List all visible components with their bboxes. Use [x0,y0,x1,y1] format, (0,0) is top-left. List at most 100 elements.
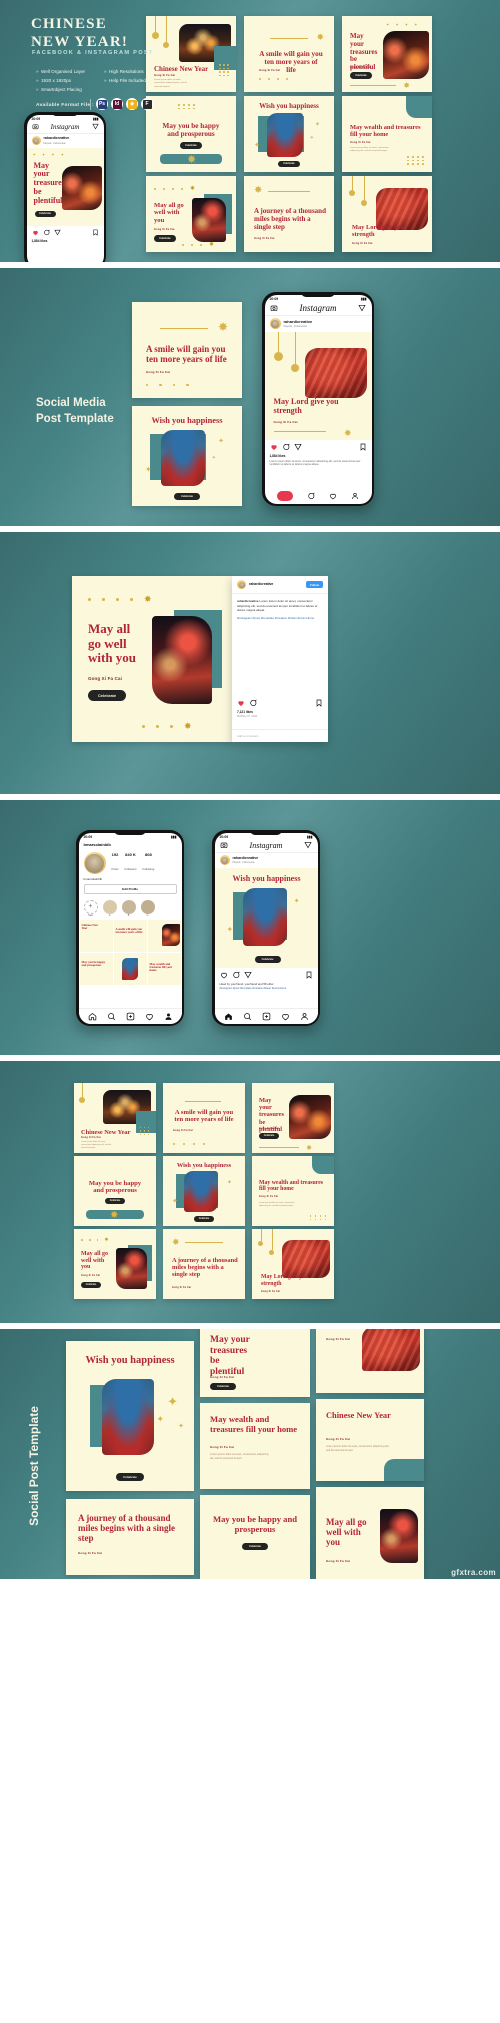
celebrate-button[interactable]: Celebrate [210,1383,236,1390]
avatar[interactable] [83,852,106,874]
post-card-may-all-go-well[interactable]: ✸ May all go well with you Gong Xi Fa Ca… [146,176,236,252]
celebrate-button[interactable]: Celebrate [88,690,126,701]
celebrate-button[interactable]: Celebrate [154,235,176,242]
post-card-may-lord-give[interactable]: May Lord give you strength Gong Xi Fa Ca… [342,176,432,252]
caption-username[interactable]: rahardicreative [237,599,259,603]
profile-icon[interactable] [164,1012,173,1021]
celebrate-button[interactable]: Celebrate [180,142,202,149]
celebrate-button[interactable]: Celebrate [242,1543,268,1550]
profile-icon[interactable] [300,1012,309,1021]
comment-icon[interactable] [43,229,50,236]
post-card-wish-you-happiness[interactable]: Wish you happiness ✦ ✦ ✦ Celebrate [132,406,242,506]
post-card-may-your-treasures[interactable]: May your treasures be plentiful Gong Xi … [200,1329,310,1397]
post-card-may-all-go-well[interactable]: May all go well with you Gong Xi Fa Cai [316,1487,424,1579]
add-comment-input[interactable]: Add a comment... [232,729,328,742]
celebrate-button[interactable]: Celebrate [116,1473,144,1481]
celebrate-button[interactable]: Celebrate [350,72,372,79]
send-icon[interactable] [91,123,99,130]
celebrate-button[interactable]: Celebrate [194,1216,214,1222]
grid-post[interactable] [147,919,181,952]
add-post-icon[interactable] [126,1012,135,1021]
highlight-a[interactable]: A [102,899,117,917]
post-author[interactable]: rahardicreative Depok, Indonesia [215,853,318,868]
post-card-may-your-treasures[interactable]: ✦ ✦ ✦ ✦ May your treasures be plentiful Go… [342,16,432,92]
post-card-may-all-go-well[interactable]: ✸ May all go well with you Gong Xi Fa Ca… [74,1229,156,1299]
heart-icon[interactable] [32,229,39,236]
comment-icon[interactable] [282,443,290,451]
post-card-a-smile[interactable]: ✸ A smile will gain you ten more years o… [132,302,242,398]
follow-button[interactable]: Follow [306,581,323,588]
home-icon[interactable] [224,1012,233,1021]
grid-post[interactable]: May wealth and treasures fill your home [147,952,181,985]
bookmark-icon[interactable] [305,971,313,979]
post-card-may-all-go-well-large[interactable]: ✸ May all go well with you Gong Xi Fa Ca… [72,576,232,742]
home-icon[interactable] [88,1012,97,1021]
share-icon[interactable] [293,443,302,451]
stat-following[interactable]: 808 Following [142,852,154,875]
post-card-wish-you-happiness[interactable]: Wish you happiness ✦ ✦ ✦ Celebrate [244,96,334,172]
grid-post[interactable]: May you be happy and prosperous [79,952,113,985]
post-card-a-journey[interactable]: ✸ A journey of a thousand miles begins w… [163,1229,245,1299]
search-icon[interactable] [243,1012,252,1021]
comment-icon[interactable] [232,971,240,979]
stat-followers[interactable]: 840 K Followers [125,852,137,875]
post-card-may-lord-give[interactable]: May Lord give you strength Gong Xi Fa Ca… [252,1229,334,1299]
heart-icon[interactable] [220,971,228,979]
post-card-may-you-be-happy[interactable]: May you be happy and prosperous Celebrat… [200,1495,310,1579]
camera-icon[interactable] [270,304,278,312]
post-card-a-journey[interactable]: ✸ A journey of a thousand miles begins w… [244,176,334,252]
celebrate-button[interactable]: Celebrate [259,1133,279,1139]
heart-icon[interactable] [237,699,245,707]
bookmark-icon[interactable] [92,229,99,236]
grid-post[interactable] [113,952,147,985]
post-author[interactable]: rahardicreative Depok, Indonesia [27,134,104,148]
camera-icon[interactable] [32,123,39,130]
bookmark-icon[interactable] [359,443,367,451]
profile-icon[interactable] [351,492,359,500]
celebrate-button[interactable]: Celebrate [278,160,300,167]
highlight-c[interactable]: C [140,899,155,917]
sparkle-icon: ✦ [314,122,320,128]
send-icon[interactable] [304,841,313,849]
post-card-a-journey[interactable]: A journey of a thousand miles begins wit… [66,1499,194,1575]
camera-icon[interactable] [220,841,228,849]
grid-post[interactable]: A smile will gain you ten more years of … [113,919,147,952]
post-card-chinese-new-year[interactable]: Chinese New Year Gong Xi Fa Cai Lorem ip… [74,1083,156,1153]
post-author[interactable]: rahardicreative Depok, Indonesia [265,316,372,332]
bookmark-icon[interactable] [315,699,323,707]
highlight-new[interactable]: + New [83,899,98,917]
highlight-b[interactable]: B [121,899,136,917]
post-card-a-smile[interactable]: A smile will gain you ten more years of … [163,1083,245,1153]
celebrate-button[interactable]: Celebrate [174,493,200,500]
post-card-wish-you-happiness[interactable]: Wish you happiness ✦ ✦ Celebrate [163,1156,245,1226]
comment-icon[interactable] [307,492,315,500]
caption-hashtags[interactable]: #instagram #post #template #creative #cl… [237,616,323,621]
celebrate-button[interactable]: Celebrate [254,955,281,963]
search-icon[interactable] [107,1012,116,1021]
add-post-icon[interactable] [262,1012,271,1021]
heart-icon[interactable] [281,1012,290,1021]
post-card-wish-you-happiness[interactable]: Wish you happiness ✦ ✦ ✦ Celebrate [66,1341,194,1491]
celebrate-button[interactable]: Celebrate [105,1198,125,1204]
post-card-may-you-be-happy[interactable]: May you be happy and prosperous Celebrat… [146,96,236,172]
share-icon[interactable] [243,971,252,979]
post-card-may-you-be-happy[interactable]: May you be happy and prosperous Celebrat… [74,1156,156,1226]
grid-post[interactable]: Chinese New Year [79,919,113,952]
edit-profile-button[interactable]: Edit Profile [83,883,177,894]
share-icon[interactable] [53,229,61,236]
post-card-may-your-treasures[interactable]: May your treasures be plentiful Gong Xi … [252,1083,334,1153]
post-card-may-wealth[interactable]: ✦ ✦ May wealth and treasures fill your h… [342,96,432,172]
heart-icon[interactable] [329,492,337,500]
send-icon[interactable] [358,304,367,312]
post-card-a-smile[interactable]: ✸ A smile will gain you ten more years o… [244,16,334,92]
heart-icon[interactable] [145,1012,154,1021]
post-card-may-wealth[interactable]: ✦ May wealth and treasures fill your hom… [252,1156,334,1226]
celebrate-button[interactable]: Celebrate [34,210,56,217]
post-card-may-lord-give[interactable]: Gong Xi Fa Cai [316,1329,424,1393]
post-card-may-wealth[interactable]: May wealth and treasures fill your home … [200,1403,310,1489]
caption-hashtags[interactable]: #instagram #post #template #creative #cl… [215,986,318,992]
comment-icon[interactable] [249,699,257,707]
heart-icon[interactable] [270,443,278,451]
celebrate-button[interactable]: Celebrate [81,1282,101,1288]
post-card-chinese-new-year[interactable]: Chinese New Year Gong Xi Fa Cai Lorem ip… [316,1399,424,1481]
